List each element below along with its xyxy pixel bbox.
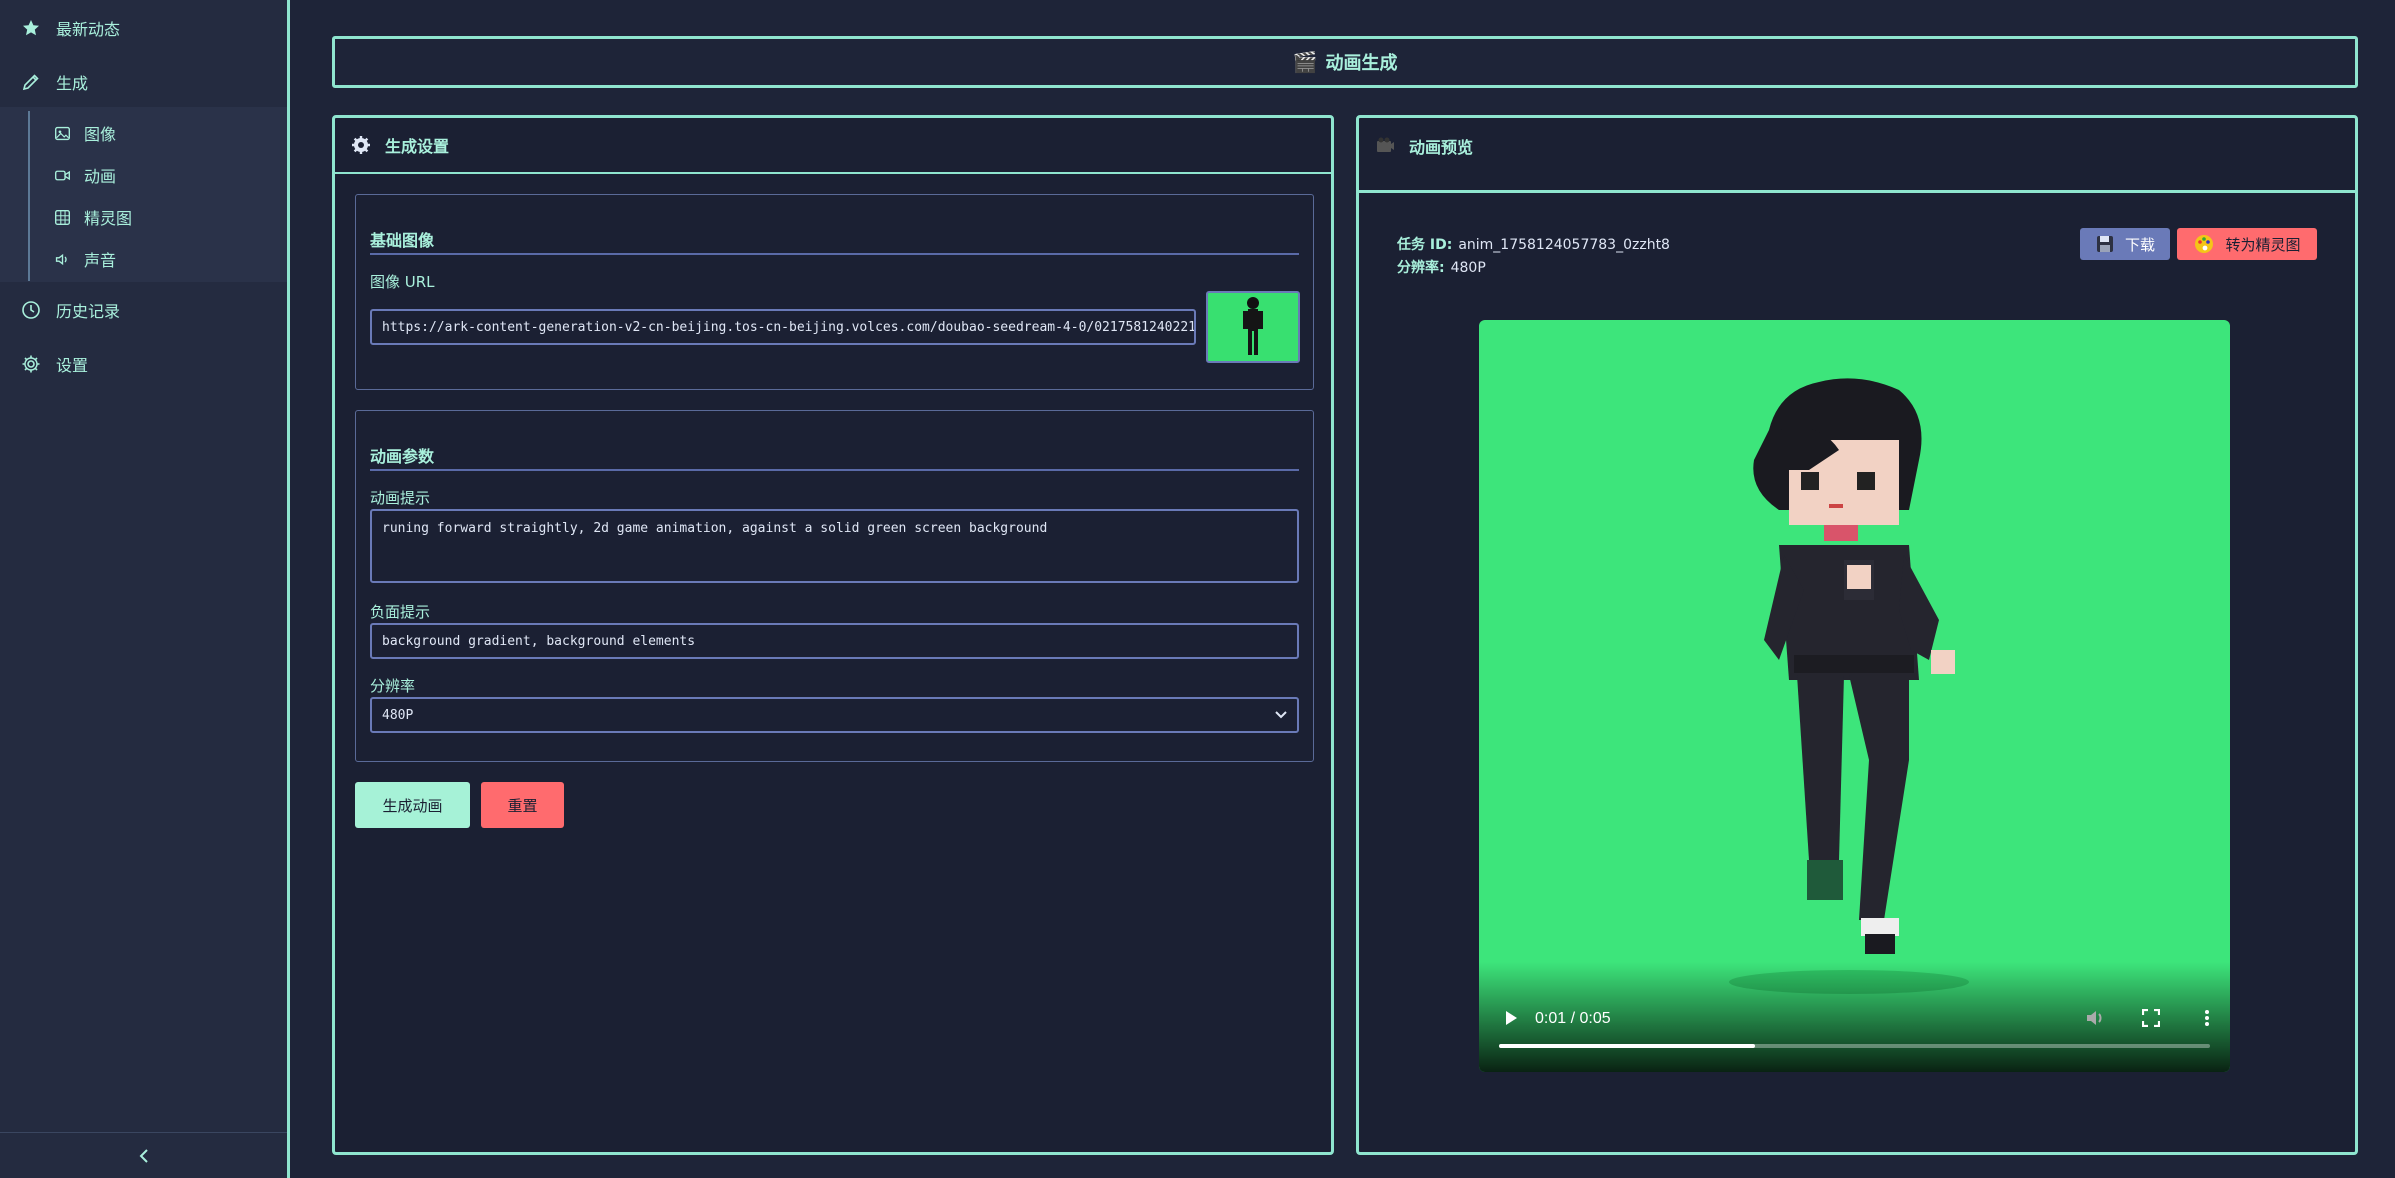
- sidebar-item-history[interactable]: 历史记录: [0, 284, 287, 336]
- volume-icon: [2087, 1011, 2102, 1025]
- star-icon: [20, 17, 42, 39]
- gear-icon: [20, 353, 42, 375]
- floppy-disk-icon: [2096, 236, 2113, 252]
- resolution-info-value: 480P: [1450, 260, 1486, 276]
- pencil-icon: [20, 71, 42, 93]
- sidebar-subitem-label: 精灵图: [84, 209, 133, 228]
- sidebar-subnav-generate: 图像 动画 精灵图 声音: [0, 107, 287, 282]
- settings-panel-header: 生成设置: [335, 118, 1331, 174]
- sidebar-subitem-label: 声音: [84, 251, 117, 270]
- task-id-row: 任务 ID: anim_1758124057783_0zzht8: [1397, 234, 1670, 254]
- sidebar: 最新动态 生成 图像 动画 精灵图 声音 历史记录 设置: [0, 0, 290, 1178]
- resolution-info-label: 分辨率:: [1397, 260, 1445, 276]
- sidebar-subitem-label: 图像: [84, 125, 117, 144]
- speaker-icon: [52, 249, 72, 269]
- settings-panel-title: 生成设置: [385, 137, 450, 156]
- character-thumbnail: [1243, 297, 1263, 355]
- animation-prompt-value: runing forward straightly, 2d game anima…: [382, 521, 1048, 536]
- clapperboard-icon: 🎬: [1292, 50, 1318, 74]
- base-image-thumbnail: [1206, 291, 1300, 363]
- animation-params-title: 动画参数: [370, 447, 435, 466]
- resolution-selected-value: 480P: [382, 707, 414, 723]
- section-divider: [370, 253, 1299, 255]
- section-divider: [370, 469, 1299, 471]
- palette-icon: [2195, 235, 2214, 253]
- video-icon: [52, 165, 72, 185]
- more-vertical-icon: [2205, 1010, 2209, 1026]
- task-id-label: 任务 ID:: [1397, 237, 1453, 253]
- convert-to-sprite-label: 转为精灵图: [2225, 235, 2301, 254]
- more-options-button[interactable]: [2195, 1006, 2219, 1030]
- sidebar-item-animation[interactable]: 动画: [52, 155, 116, 195]
- play-icon: [1506, 1011, 1517, 1025]
- download-label: 下载: [2124, 235, 2155, 254]
- video-time: 0:01 / 0:05: [1535, 1010, 1611, 1027]
- resolution-select[interactable]: 480P: [370, 697, 1299, 733]
- resolution-label: 分辨率: [370, 677, 416, 695]
- sidebar-item-label: 生成: [56, 74, 89, 93]
- task-id-value: anim_1758124057783_0zzht8: [1458, 237, 1670, 253]
- play-button[interactable]: [1499, 1006, 1523, 1030]
- image-icon: [52, 123, 72, 143]
- sidebar-item-latest[interactable]: 最新动态: [0, 2, 287, 54]
- clock-icon: [20, 299, 42, 321]
- generate-animation-button[interactable]: 生成动画: [355, 782, 470, 828]
- negative-prompt-label: 负面提示: [370, 603, 431, 621]
- fullscreen-button[interactable]: [2139, 1006, 2163, 1030]
- gear-icon: [351, 135, 371, 155]
- settings-panel: 生成设置 基础图像 图像 URL https://ark-content-gen…: [332, 115, 1334, 1155]
- sidebar-item-settings[interactable]: 设置: [0, 338, 287, 390]
- download-button[interactable]: 下载: [2080, 228, 2170, 260]
- video-progress-fill: [1499, 1044, 1755, 1048]
- mute-button[interactable]: [2083, 1006, 2107, 1030]
- resolution-row: 分辨率: 480P: [1397, 257, 1486, 277]
- sidebar-subitem-label: 动画: [84, 167, 117, 186]
- animation-frame: [1729, 378, 1969, 994]
- video-controls: 0:01 / 0:05: [1479, 962, 2230, 1072]
- sidebar-item-sprite[interactable]: 精灵图: [52, 197, 132, 237]
- image-url-value: https://ark-content-generation-v2-cn-bei…: [382, 319, 1196, 335]
- preview-content: 任务 ID: anim_1758124057783_0zzht8 分辨率: 480P…: [1359, 190, 2355, 1152]
- negative-prompt-value: background gradient, background elements: [382, 633, 696, 649]
- preview-panel-title: 动画预览: [1409, 138, 1474, 157]
- grid-icon: [52, 207, 72, 227]
- video-progress-bar[interactable]: [1499, 1044, 2210, 1048]
- preview-panel-header: 动画预览: [1359, 118, 2355, 174]
- page-title: 动画生成: [1325, 53, 1398, 74]
- negative-prompt-input[interactable]: background gradient, background elements: [370, 623, 1299, 659]
- video-player[interactable]: 0:01 / 0:05: [1479, 320, 2230, 1072]
- fullscreen-icon: [2142, 1009, 2160, 1027]
- image-url-input[interactable]: https://ark-content-generation-v2-cn-bei…: [370, 309, 1196, 345]
- sidebar-item-label: 设置: [56, 356, 89, 375]
- base-image-title: 基础图像: [370, 231, 435, 250]
- projector-icon: [1375, 136, 1395, 156]
- sidebar-item-sound[interactable]: 声音: [52, 239, 116, 279]
- chevron-left-icon: [139, 1148, 148, 1163]
- sidebar-item-label: 最新动态: [56, 20, 121, 39]
- animation-params-section: 动画参数 动画提示 runing forward straightly, 2d …: [355, 410, 1314, 762]
- reset-button[interactable]: 重置: [481, 782, 564, 828]
- preview-panel: 动画预览 任务 ID: anim_1758124057783_0zzht8 分辨率…: [1356, 115, 2358, 1155]
- sidebar-collapse-button[interactable]: [0, 1132, 287, 1178]
- sidebar-item-label: 历史记录: [56, 302, 121, 321]
- animation-prompt-label: 动画提示: [370, 489, 431, 507]
- sidebar-item-image[interactable]: 图像: [52, 113, 116, 153]
- convert-to-sprite-button[interactable]: 转为精灵图: [2177, 228, 2317, 260]
- page-title-bar: 🎬 动画生成: [332, 36, 2358, 88]
- animation-prompt-textarea[interactable]: runing forward straightly, 2d game anima…: [370, 509, 1299, 583]
- chevron-down-icon: [1275, 711, 1287, 719]
- subnav-guide-line: [28, 111, 30, 281]
- base-image-section: 基础图像 图像 URL https://ark-content-generati…: [355, 194, 1314, 390]
- image-url-label: 图像 URL: [370, 273, 435, 291]
- sidebar-item-generate[interactable]: 生成: [0, 56, 287, 108]
